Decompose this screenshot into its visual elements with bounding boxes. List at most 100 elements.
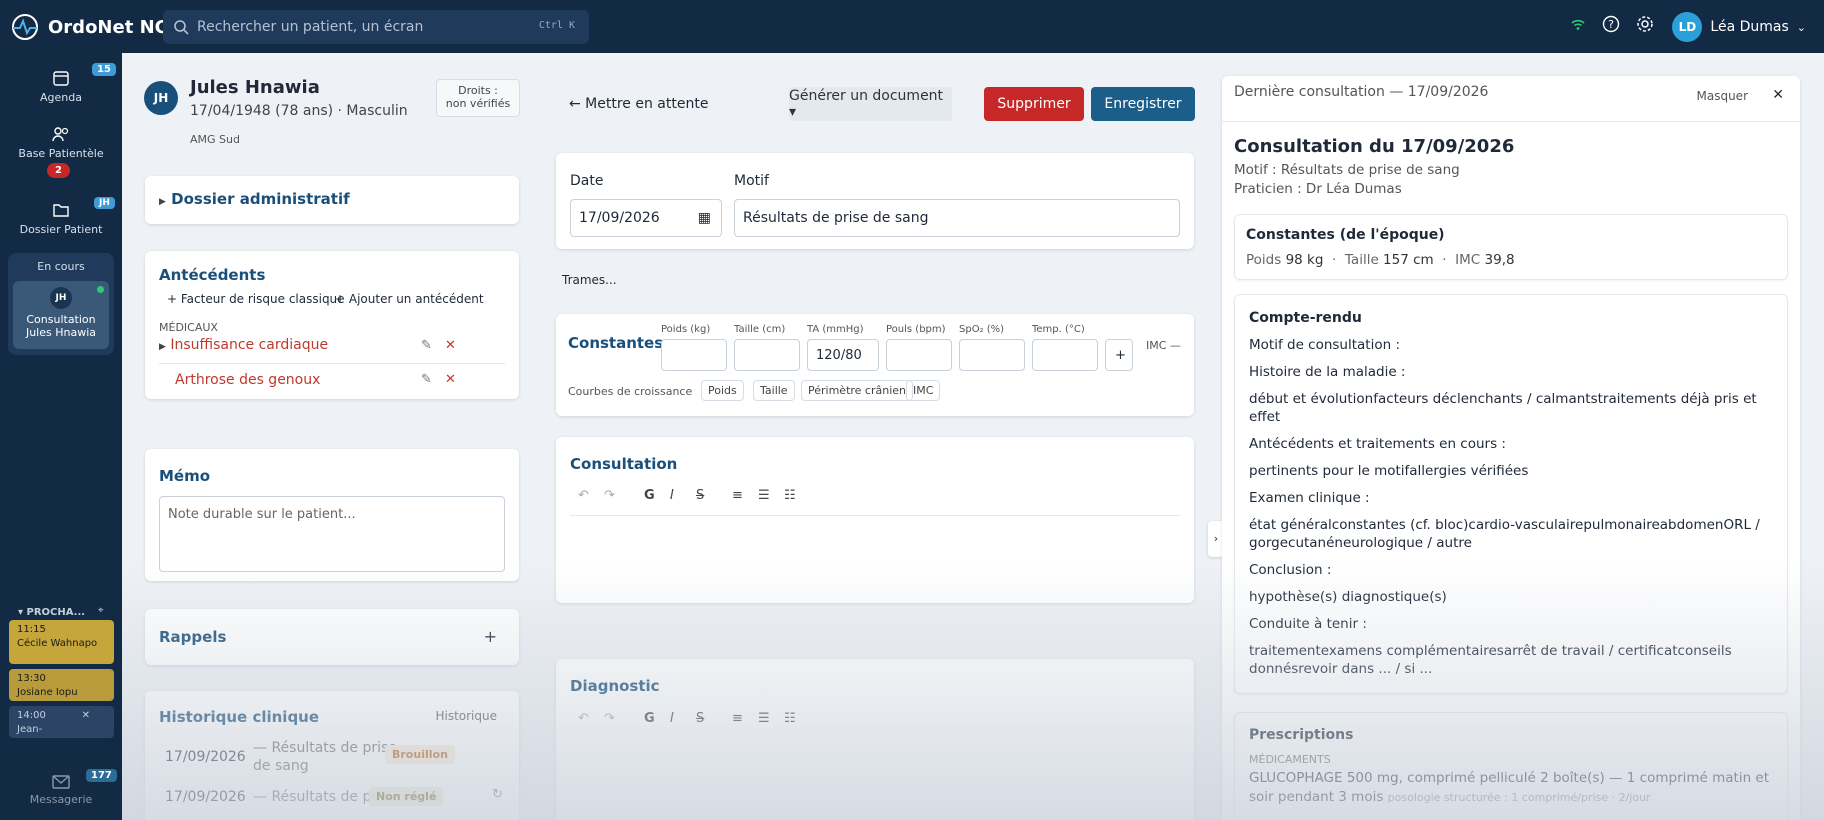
current-consultation-card[interactable]: JH Consultation Jules Hnawia <box>13 281 109 349</box>
bold-icon[interactable]: G <box>644 711 655 726</box>
consultation-motif: Motif : Résultats de prise de sang <box>1234 162 1460 178</box>
poids-input[interactable] <box>661 339 727 371</box>
patient-name: Jules Hnawia <box>190 77 320 98</box>
pouls-input[interactable] <box>886 339 952 371</box>
app-logo[interactable]: OrdoNet NC <box>10 12 168 42</box>
chevron-down-icon: ⌄ <box>1796 20 1806 34</box>
date-field[interactable]: 17/09/2026 ▦ <box>570 199 722 237</box>
consultation-editor[interactable] <box>570 521 1180 591</box>
curve-chip[interactable]: Taille <box>753 380 795 401</box>
align-icon[interactable]: ≡ <box>732 488 743 503</box>
curve-chip[interactable]: IMC <box>906 380 941 401</box>
undo-icon[interactable]: ↶ <box>578 488 589 503</box>
bullet-list-icon[interactable]: ☰ <box>758 711 770 726</box>
appointment-item[interactable]: 11:15 Cécile Wahnapo <box>9 620 114 664</box>
refresh-icon[interactable]: ↻ <box>492 787 503 802</box>
curve-chip[interactable]: Périmètre crânien <box>801 380 914 401</box>
redo-icon[interactable]: ↷ <box>604 711 615 726</box>
motif-field[interactable]: Résultats de prise de sang <box>734 199 1180 237</box>
antecedents-panel: Antécédents + Facteur de risque classiqu… <box>145 251 519 399</box>
delete-icon[interactable]: ✕ <box>445 338 456 353</box>
main-area: JH Jules Hnawia 17/04/1948 (78 ans) · Ma… <box>122 53 1824 820</box>
ta-input[interactable]: 120/80 <box>807 339 879 371</box>
memo-title: Mémo <box>159 467 211 485</box>
sidebar-item-base-patientele[interactable]: Base Patientèle <box>0 125 122 160</box>
hold-button[interactable]: ← Mettre en attente <box>569 96 708 112</box>
user-menu[interactable]: LD Léa Dumas ⌄ <box>1672 12 1806 42</box>
appointment-time: 11:15 <box>17 624 46 635</box>
cr-title: Compte-rendu <box>1249 310 1362 326</box>
strike-icon[interactable]: S <box>696 711 704 726</box>
memo-panel: Mémo Note durable sur le patient... <box>145 449 519 581</box>
cr-line: Conduite à tenir : <box>1249 616 1367 632</box>
spo2-input[interactable] <box>959 339 1025 371</box>
close-icon[interactable]: ✕ <box>1772 87 1784 103</box>
imc-label: IMC <box>1455 252 1481 268</box>
taille-label: Taille <box>1344 252 1379 268</box>
generate-document-button[interactable]: Générer un document ▾ <box>789 87 952 121</box>
appointment-item[interactable]: 13:30 Josiane Iopu <box>9 669 114 701</box>
add-risk-factor-button[interactable]: + Facteur de risque classique <box>167 292 345 306</box>
search-box[interactable]: Rechercher un patient, un écran Ctrl K <box>163 10 589 44</box>
taille-input[interactable] <box>734 339 800 371</box>
italic-icon[interactable]: I <box>670 488 674 503</box>
add-constant-button[interactable]: + <box>1105 339 1133 371</box>
search-shortcut: Ctrl K <box>538 20 575 31</box>
appointment-item[interactable]: 14:00 Jean- ✕ <box>9 706 114 738</box>
sidebar: Agenda 15 Base Patientèle 2 Dossier Pati… <box>0 53 122 820</box>
status-badge: Non réglé <box>369 787 444 806</box>
save-button[interactable]: Enregistrer <box>1091 87 1195 121</box>
appointment-time: 13:30 <box>17 673 46 684</box>
temp-input[interactable] <box>1032 339 1098 371</box>
appointment-name: Jean- <box>17 724 43 735</box>
taille-value: 157 cm <box>1383 252 1434 268</box>
strike-icon[interactable]: S <box>696 488 704 503</box>
memo-textarea[interactable]: Note durable sur le patient... <box>159 496 505 572</box>
gear-icon[interactable] <box>1636 15 1654 33</box>
diagnostic-panel: Diagnostic ↶ ↷ G I S ≡ ☰ ☷ <box>556 659 1194 820</box>
consultation-title: Consultation <box>570 455 678 473</box>
search-input[interactable]: Rechercher un patient, un écran <box>197 19 423 35</box>
motif-label: Motif <box>734 173 769 189</box>
diagnostic-title: Diagnostic <box>570 677 660 695</box>
numbered-list-icon[interactable]: ☷ <box>784 488 796 503</box>
close-icon[interactable]: ✕ <box>82 709 90 723</box>
upcoming-title[interactable]: ▾ PROCHA... <box>18 607 85 618</box>
cr-line: pertinents pour le motifallergies vérifi… <box>1249 463 1529 479</box>
online-dot <box>97 286 104 293</box>
rights-status[interactable]: Droits : non vérifiés <box>436 79 520 117</box>
italic-icon[interactable]: I <box>670 711 674 726</box>
redo-icon[interactable]: ↷ <box>604 488 615 503</box>
calendar-icon[interactable]: ▦ <box>698 210 711 226</box>
const-label: TA (mmHg) <box>807 324 864 335</box>
imc-value: 39,8 <box>1484 252 1515 268</box>
add-antecedent-button[interactable]: + Ajouter un antécédent <box>335 292 484 306</box>
help-icon[interactable]: ? <box>1602 15 1620 33</box>
const-summary-title: Constantes (de l'époque) <box>1246 227 1445 243</box>
bold-icon[interactable]: G <box>644 488 655 503</box>
hist-date: 17/09/2026 <box>165 749 246 765</box>
add-icon[interactable]: + <box>484 627 497 646</box>
dossier-admin-title: Dossier administratif <box>171 190 350 208</box>
historique-link[interactable]: Historique <box>435 709 497 723</box>
undo-icon[interactable]: ↶ <box>578 711 589 726</box>
edit-icon[interactable]: ✎ <box>421 372 432 387</box>
align-icon[interactable]: ≡ <box>732 711 743 726</box>
presc-title: Prescriptions <box>1249 727 1354 743</box>
locate-icon[interactable]: ⌖ <box>98 605 104 616</box>
hide-button[interactable]: Masquer <box>1697 89 1749 103</box>
edit-icon[interactable]: ✎ <box>421 338 432 353</box>
dossier-admin-panel[interactable]: ▶ Dossier administratif <box>145 176 519 224</box>
delete-icon[interactable]: ✕ <box>445 372 456 387</box>
rights-value: non vérifiés <box>445 97 511 110</box>
antecedent-item[interactable]: ▶ Insuffisance cardiaque <box>159 337 328 353</box>
en-cours-label: En cours <box>37 260 85 273</box>
bullet-list-icon[interactable]: ☰ <box>758 488 770 503</box>
antecedent-item[interactable]: Arthrose des genoux <box>175 372 320 388</box>
trames-button[interactable]: Trames... <box>562 273 617 287</box>
rappels-panel[interactable]: Rappels + <box>145 609 519 665</box>
numbered-list-icon[interactable]: ☷ <box>784 711 796 726</box>
curve-chip[interactable]: Poids <box>701 380 744 401</box>
medicaments-heading: MÉDICAMENTS <box>1249 753 1331 766</box>
delete-button[interactable]: Supprimer <box>984 87 1084 121</box>
